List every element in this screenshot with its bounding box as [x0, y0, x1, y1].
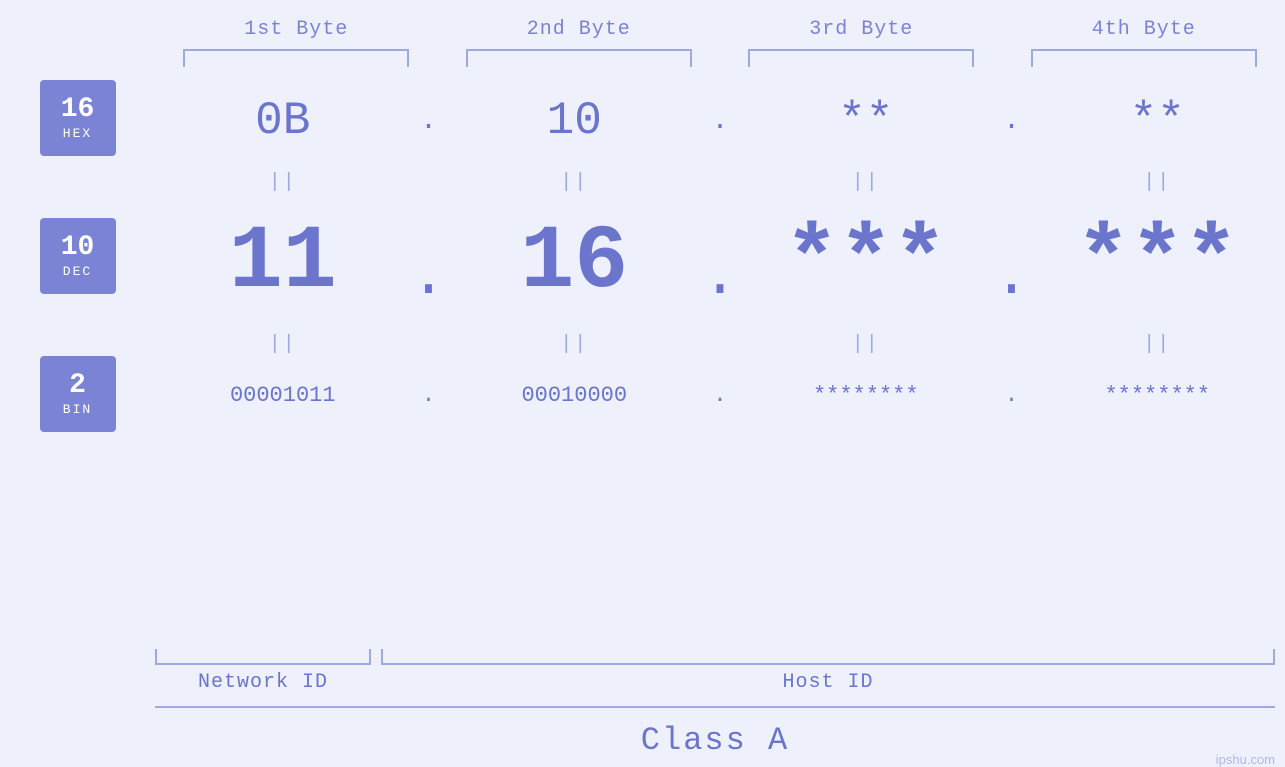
bin-cell-2: 00010000 — [447, 383, 703, 408]
hex-cell-1: 0B — [155, 95, 411, 147]
eq-sym-1a: || — [269, 171, 297, 194]
eq-row-dec-bin: || || || || — [155, 328, 1285, 360]
eq-cell-4a: || — [1030, 171, 1285, 194]
dec-cell-2: 16 — [447, 212, 703, 314]
columns-section: 1st Byte 2nd Byte 3rd Byte 4th Byte — [155, 0, 1285, 649]
host-id-wrap: Host ID — [371, 649, 1285, 694]
byte-header-row: 1st Byte 2nd Byte 3rd Byte 4th Byte — [155, 18, 1285, 68]
bin-badge-num: 2 — [69, 371, 86, 402]
eq-sym-2a: || — [560, 171, 588, 194]
eq-cell-1b: || — [155, 333, 411, 356]
top-bracket-2 — [466, 49, 692, 67]
hex-dot-2: . — [702, 106, 738, 137]
byte-col-4: 4th Byte — [1003, 18, 1285, 68]
class-footer: Class A ipshu.com — [155, 706, 1275, 767]
bin-val-2: 00010000 — [521, 383, 627, 408]
eq-sym-2b: || — [560, 333, 588, 356]
dec-val-1: 11 — [229, 212, 337, 314]
bin-dot-3: . — [994, 383, 1030, 408]
top-bracket-1 — [183, 49, 409, 67]
byte-header-1: 1st Byte — [244, 18, 348, 41]
top-bracket-4 — [1031, 49, 1257, 67]
eq-cell-3a: || — [738, 171, 994, 194]
bin-val-4: ******** — [1104, 383, 1210, 408]
dec-badge: 10 DEC — [40, 218, 116, 294]
dec-cell-4: *** — [1030, 212, 1285, 314]
hex-cell-2: 10 — [447, 95, 703, 147]
hex-badge-num: 16 — [61, 95, 95, 126]
top-section: 16 HEX 10 DEC 2 BIN 1st Byte 2nd Byt — [0, 0, 1285, 649]
eq-sym-4b: || — [1143, 333, 1171, 356]
network-id-label: Network ID — [198, 671, 328, 694]
bottom-brackets-container: Network ID Host ID — [155, 649, 1285, 694]
main-layout: 16 HEX 10 DEC 2 BIN 1st Byte 2nd Byt — [0, 0, 1285, 767]
hex-val-1: 0B — [255, 95, 310, 147]
byte-header-3: 3rd Byte — [809, 18, 913, 41]
dec-val-2: 16 — [520, 212, 628, 314]
network-id-bracket — [155, 649, 371, 665]
byte-header-2: 2nd Byte — [527, 18, 631, 41]
network-id-wrap: Network ID — [155, 649, 371, 694]
dec-val-4: *** — [1076, 212, 1238, 314]
hex-badge-label: HEX — [63, 126, 92, 141]
side-badges-column: 16 HEX 10 DEC 2 BIN — [0, 0, 155, 649]
eq-cell-2b: || — [447, 333, 703, 356]
watermark: ipshu.com — [1216, 752, 1275, 767]
bin-badge-label: BIN — [63, 402, 92, 417]
bin-cell-4: ******** — [1030, 383, 1285, 408]
bin-badge: 2 BIN — [40, 356, 116, 432]
dec-val-3: *** — [785, 212, 947, 314]
top-bracket-3 — [748, 49, 974, 67]
hex-cell-3: ** — [738, 95, 994, 147]
dec-dot-2: . — [702, 214, 738, 312]
dec-cell-1: 11 — [155, 212, 411, 314]
eq-cell-3b: || — [738, 333, 994, 356]
bin-cell-1: 00001011 — [155, 383, 411, 408]
class-a-label: Class A — [641, 722, 789, 759]
hex-dot-1: . — [411, 106, 447, 137]
bin-dot-2: . — [702, 383, 738, 408]
bin-cell-3: ******** — [738, 383, 994, 408]
host-id-label: Host ID — [782, 671, 873, 694]
byte-header-4: 4th Byte — [1092, 18, 1196, 41]
dec-cell-3: *** — [738, 212, 994, 314]
hex-val-3: ** — [838, 95, 893, 147]
bin-value-row: 00001011 . 00010000 . ******** . *******… — [155, 360, 1285, 430]
byte-col-1: 1st Byte — [155, 18, 438, 68]
byte-col-3: 3rd Byte — [720, 18, 1003, 68]
byte-col-2: 2nd Byte — [438, 18, 721, 68]
dec-value-row: 11 . 16 . *** . *** — [155, 198, 1285, 328]
bottom-section: Network ID Host ID Class A ipshu.com — [0, 649, 1285, 767]
eq-sym-3b: || — [852, 333, 880, 356]
bin-val-1: 00001011 — [230, 383, 336, 408]
hex-cell-4: ** — [1030, 95, 1285, 147]
bin-val-3: ******** — [813, 383, 919, 408]
eq-cell-4b: || — [1030, 333, 1285, 356]
eq-sym-1b: || — [269, 333, 297, 356]
host-id-bracket — [381, 649, 1275, 665]
hex-value-row: 0B . 10 . ** . ** — [155, 76, 1285, 166]
eq-cell-1a: || — [155, 171, 411, 194]
dec-dot-1: . — [411, 214, 447, 312]
eq-row-hex-dec: || || || || — [155, 166, 1285, 198]
eq-sym-3a: || — [852, 171, 880, 194]
hex-badge: 16 HEX — [40, 80, 116, 156]
hex-val-4: ** — [1130, 95, 1185, 147]
dec-dot-3: . — [994, 214, 1030, 312]
dec-badge-label: DEC — [63, 264, 92, 279]
hex-val-2: 10 — [547, 95, 602, 147]
eq-cell-2a: || — [447, 171, 703, 194]
dec-badge-num: 10 — [61, 233, 95, 264]
hex-dot-3: . — [994, 106, 1030, 137]
eq-sym-4a: || — [1143, 171, 1171, 194]
bin-dot-1: . — [411, 383, 447, 408]
